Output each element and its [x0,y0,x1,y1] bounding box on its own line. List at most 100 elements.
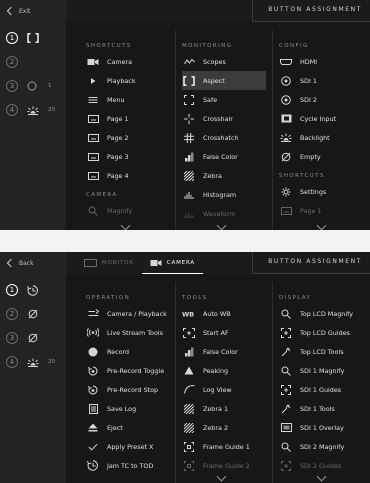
option-crosshair[interactable]: Crosshair [182,109,266,128]
option-label: SDI 2 [300,95,317,104]
aspect-bracket-icon [26,31,40,45]
crosshatch-icon [182,132,196,143]
option-aspect[interactable]: Aspect [182,71,266,90]
option-sdi-2[interactable]: SDI 2 [279,90,363,109]
false-color-icon [182,347,196,357]
option-page-3[interactable]: Page 3 [86,147,170,166]
option-sdi-1-guides[interactable]: SDI 1 Guides [279,380,363,399]
option-page-2[interactable]: Page 2 [86,128,170,147]
scroll-down-icon[interactable] [316,220,327,230]
option-zebra-1[interactable]: Zebra 1 [182,399,266,418]
option-log-view[interactable]: Log View [182,380,266,399]
tab-monitor[interactable]: MONITOR [76,252,142,274]
option-label: SDI 2 Magnify [300,442,345,451]
back-label: Back [19,259,34,267]
button-slot-4[interactable]: 4 20 [6,353,55,371]
histogram-icon [182,190,196,200]
slot-number-badge: 3 [6,332,18,344]
button-slot-4[interactable]: 4 20 [6,101,55,119]
option-label: HDMI [300,57,318,66]
option-sdi-1-overlay[interactable]: SDI 1 Overlay [279,418,363,437]
option-peaking[interactable]: Peaking [182,361,266,380]
scroll-down-icon[interactable] [120,220,131,230]
option-label: Scopes [203,57,226,66]
option-start-af[interactable]: Start AF [182,323,266,342]
option-safe[interactable]: Safe [182,90,266,109]
gear-icon [279,187,293,197]
option-sdi-1-tools[interactable]: SDI 1 Tools [279,399,363,418]
option-hdmi[interactable]: HDMI [279,52,363,71]
option-cycle-input[interactable]: Cycle Input [279,109,363,128]
slot-assigned-label: 20 [48,107,55,113]
option-pre-record-stop[interactable]: Pre-Record Stop [86,380,170,399]
option-top-lcd-guides[interactable]: Top LCD Guides [279,323,363,342]
option-record[interactable]: Record [86,342,170,361]
option-frame-guide-1[interactable]: Frame Guide 1 [182,437,266,456]
option-waveform[interactable]: Waveform [182,204,266,223]
option-label: Zebra 1 [203,404,229,413]
option-label: Playback [107,76,136,85]
option-menu[interactable]: Menu [86,90,170,109]
option-label: Frame Guide 1 [203,442,250,451]
auto-wb-icon: WB [182,309,196,319]
option-save-log[interactable]: Save Log [86,399,170,418]
option-label: Peaking [203,366,229,375]
option-histogram[interactable]: Histogram [182,185,266,204]
backlight-icon [26,103,40,117]
option-scopes[interactable]: Scopes [182,52,266,71]
tab-camera[interactable]: CAMERA [141,252,203,274]
option-sdi-1[interactable]: SDI 1 [279,71,363,90]
button-slot-2[interactable]: 2 [6,305,40,323]
option-auto-wb[interactable]: WB Auto WB [182,304,266,323]
option-playback[interactable]: Playback [86,71,170,90]
button-slot-3[interactable]: 31 [6,77,52,95]
option-empty[interactable]: Empty [279,147,363,166]
empty-icon [26,331,40,345]
option-apply-preset-x[interactable]: Apply Preset X [86,437,170,456]
option-false-color[interactable]: False Color [182,147,266,166]
page-icon [86,133,100,143]
back-button[interactable]: Back [6,256,34,270]
button-slot-2[interactable]: 2 [6,53,18,71]
column-divider [175,30,176,230]
option-sdi-2-magnify[interactable]: SDI 2 Magnify [279,437,363,456]
magnify-icon [279,309,293,319]
button-slot-1[interactable]: 1 [6,29,40,47]
option-page-1[interactable]: Page 1 [86,109,170,128]
option-label: Zebra [203,171,222,180]
option-label: Jam TC to TOD [107,461,154,470]
section-heading: SHORTCUTS [279,173,325,179]
option-backlight[interactable]: Backlight [279,128,363,147]
option-sdi-1-magnify[interactable]: SDI 1 Magnify [279,361,363,380]
timecode-sync-icon [26,283,40,297]
option-page-1[interactable]: Page 1 [279,201,363,220]
option-camera[interactable]: Camera [86,52,170,71]
option-settings[interactable]: Settings [279,182,363,201]
page-icon [279,206,293,216]
guides-icon [279,384,293,395]
button-slot-1[interactable]: 1 [6,281,40,299]
option-zebra[interactable]: Zebra [182,166,266,185]
option-eject[interactable]: Eject [86,418,170,437]
option-jam-tc-to-tod[interactable]: Jam TC to TOD [86,456,170,475]
option-zebra-2[interactable]: Zebra 2 [182,418,266,437]
option-frame-guide-2[interactable]: Frame Guide 2 [182,456,266,475]
option-pre-record-toggle[interactable]: Pre-Record Toggle [86,361,170,380]
option-magnify[interactable]: Magnify [86,201,170,220]
exit-button[interactable]: Exit [6,4,30,18]
option-label: Page 4 [107,171,129,180]
option-page-4[interactable]: Page 4 [86,166,170,185]
frame-guide-icon [182,441,196,452]
option-top-lcd-magnify[interactable]: Top LCD Magnify [279,304,363,323]
option-false-color[interactable]: False Color [182,342,266,361]
option-label: Save Log [107,404,137,413]
option-top-lcd-tools[interactable]: Top LCD Tools [279,342,363,361]
overlay-icon [279,423,293,433]
option-label: Top LCD Tools [300,347,344,356]
option-label: SDI 1 Magnify [300,366,345,375]
option-camera-playback[interactable]: Camera / Playback [86,304,170,323]
play-icon [86,76,100,86]
option-live-stream-tools[interactable]: Live Stream Tools [86,323,170,342]
option-crosshatch[interactable]: Crosshatch [182,128,266,147]
button-slot-3[interactable]: 3 [6,329,40,347]
